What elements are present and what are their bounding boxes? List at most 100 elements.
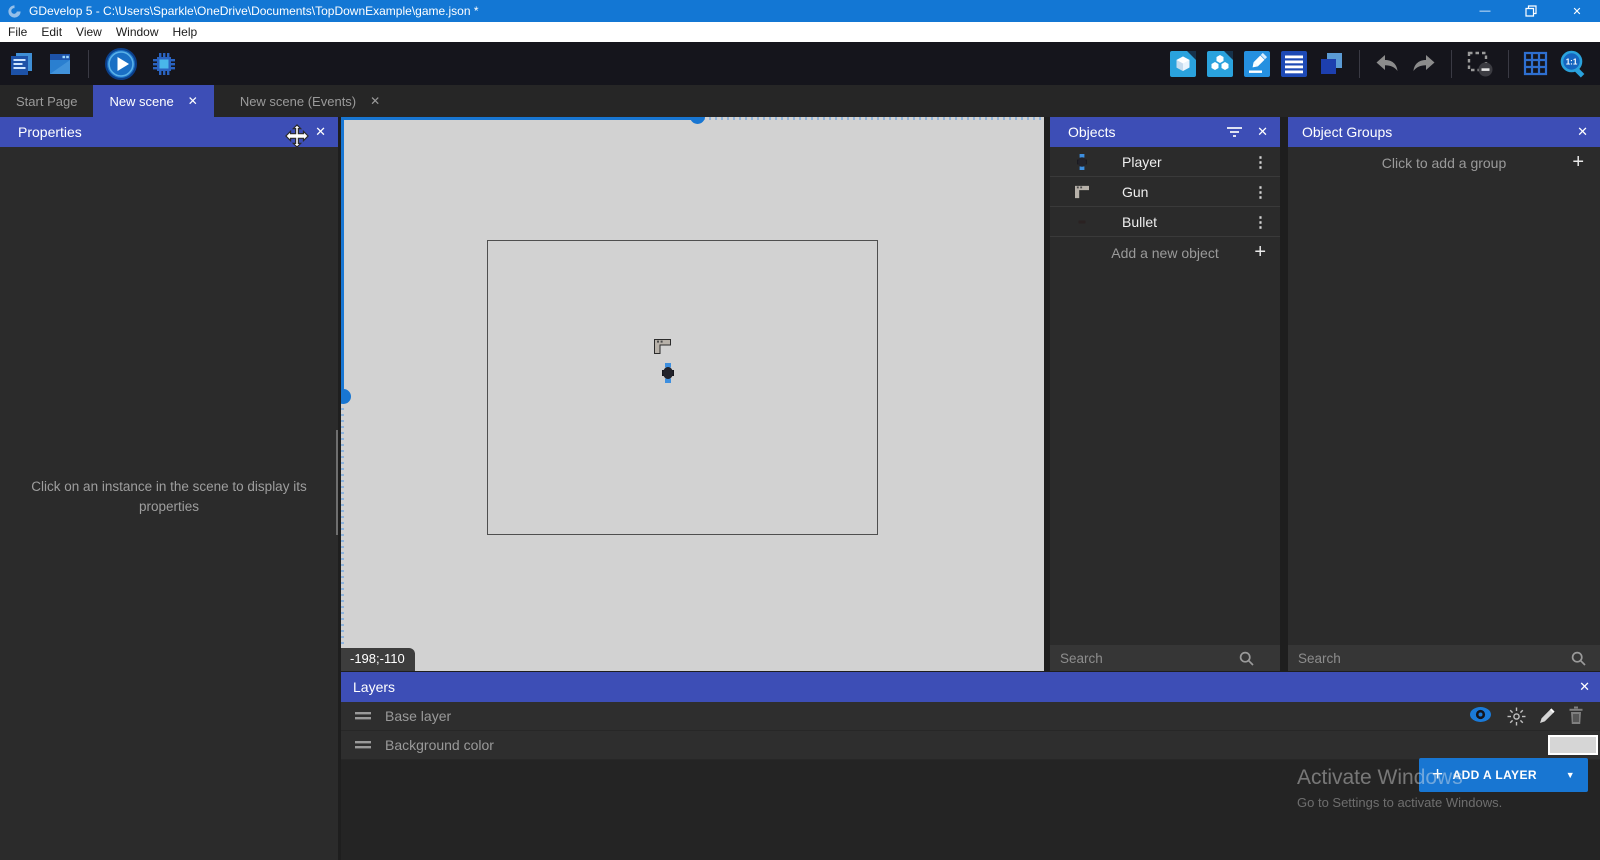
instances-list-panel-icon [1281,51,1307,77]
object-groups-panel-title: Object Groups [1302,124,1392,140]
menu-window[interactable]: Window [116,25,167,39]
tab-label: Start Page [16,94,77,109]
layer-row-base[interactable]: Base layer [341,702,1600,731]
properties-empty-message: Click on an instance in the scene to dis… [18,477,320,517]
tab-close-icon[interactable]: ✕ [370,94,380,108]
layers-panel: Layers ✕ Base layer [341,672,1600,860]
gdevelop-window: GDevelop 5 - C:\Users\Sparkle\OneDrive\D… [0,0,1600,860]
toggle-properties-panel-button[interactable] [1244,51,1270,77]
menu-file[interactable]: File [8,25,35,39]
objects-panel-icon [1170,51,1196,77]
background-color-swatch[interactable] [1548,735,1598,755]
menu-view[interactable]: View [76,25,110,39]
groups-search-input[interactable] [1288,651,1600,666]
object-menu-button[interactable]: ⋮ [1253,213,1268,231]
menu-edit[interactable]: Edit [41,25,70,39]
svg-text:1:1: 1:1 [1566,58,1578,67]
object-groups-close-button[interactable]: ✕ [1577,124,1588,140]
layer-effects-button[interactable] [1507,707,1526,731]
title-bar: GDevelop 5 - C:\Users\Sparkle\OneDrive\D… [0,0,1600,22]
object-menu-button[interactable]: ⋮ [1253,153,1268,171]
scene-window-border [487,240,878,535]
object-row-player[interactable]: Player ⋮ [1050,147,1280,177]
tab-label: New scene [109,94,173,109]
move-cursor-icon [285,124,309,153]
layers-panel-title: Layers [353,679,395,695]
minimize-button[interactable]: — [1462,0,1508,22]
toggle-object-groups-panel-button[interactable] [1207,51,1233,77]
properties-close-button[interactable]: ✕ [315,124,326,140]
project-manager-button[interactable] [8,51,35,77]
toggle-layers-panel-button[interactable] [1318,50,1345,77]
close-button[interactable]: ✕ [1554,0,1600,22]
groups-search-bar [1288,645,1600,671]
tab-bar: Start Page New scene ✕ New scene (Events… [0,85,1600,117]
layer-edit-button[interactable] [1538,707,1556,730]
properties-panel-title: Properties [18,124,82,140]
canvas-vscrollbar-track[interactable] [341,396,344,671]
toggle-grid-button[interactable] [1523,51,1548,76]
gdevelop-logo-icon [7,4,22,19]
tab-start-page[interactable]: Start Page [0,85,93,117]
main-toolbar: 1:1 [0,42,1600,85]
layer-name: Base layer [385,708,451,724]
activate-windows-subtitle: Go to Settings to activate Windows. [1297,795,1502,810]
canvas-hscrollbar-thumb[interactable] [690,117,705,124]
open-window-icon [47,51,73,77]
properties-scrollbar[interactable] [336,430,338,535]
toggle-instances-list-panel-button[interactable] [1281,51,1307,77]
tab-new-scene-events[interactable]: New scene (Events) ✕ [224,85,396,117]
add-group-button[interactable]: Click to add a group + [1288,147,1600,178]
layers-close-button[interactable]: ✕ [1579,679,1590,695]
objects-close-button[interactable]: ✕ [1257,124,1268,140]
object-menu-button[interactable]: ⋮ [1253,183,1268,201]
object-name: Bullet [1122,214,1157,230]
start-preview-button[interactable] [104,47,138,81]
open-window-button[interactable] [47,51,73,77]
canvas-vscrollbar[interactable] [341,117,344,396]
object-groups-panel-header: Object Groups ✕ [1288,117,1600,147]
object-name: Gun [1122,184,1148,200]
canvas-vscrollbar-thumb[interactable] [341,389,351,404]
drag-handle-icon[interactable] [355,712,371,720]
zoom-1-1-button[interactable]: 1:1 [1559,49,1588,78]
play-icon [104,47,138,81]
player-sprite-icon [1072,154,1092,170]
plus-icon: + [1254,241,1266,264]
filter-icon[interactable] [1227,126,1242,138]
add-object-button[interactable]: Add a new object + [1050,237,1280,268]
tab-new-scene[interactable]: New scene ✕ [93,85,213,117]
redo-icon [1411,52,1437,76]
undo-icon [1374,52,1400,76]
add-group-label: Click to add a group [1382,155,1507,171]
chevron-down-icon[interactable]: ▼ [1566,770,1588,780]
undo-button[interactable] [1374,52,1400,76]
layer-delete-button[interactable] [1568,706,1584,730]
gun-instance[interactable] [654,339,671,354]
menu-help[interactable]: Help [173,25,206,39]
tab-close-icon[interactable]: ✕ [188,94,198,108]
delete-selection-button[interactable] [1466,50,1494,78]
layer-name: Background color [385,737,494,753]
layer-row-background[interactable]: Background color [341,731,1600,760]
restore-icon [1525,5,1537,17]
layer-visibility-button[interactable] [1469,706,1492,728]
toggle-objects-panel-button[interactable] [1170,51,1196,77]
drag-handle-icon[interactable] [355,741,371,749]
window-title: GDevelop 5 - C:\Users\Sparkle\OneDrive\D… [29,4,479,18]
project-manager-icon [8,51,35,77]
toolbar-divider [1359,50,1360,78]
object-row-bullet[interactable]: Bullet ⋮ [1050,207,1280,237]
debug-button[interactable] [150,50,178,78]
tab-label: New scene (Events) [240,94,356,109]
restore-button[interactable] [1508,0,1554,22]
player-instance[interactable] [662,363,674,383]
canvas-hscrollbar[interactable] [341,117,697,120]
layers-panel-icon [1318,50,1345,77]
object-row-gun[interactable]: Gun ⋮ [1050,177,1280,207]
scene-editor-canvas[interactable]: -198;-110 [341,117,1044,671]
bullet-sprite-icon [1072,220,1092,224]
canvas-hscrollbar-track[interactable] [697,117,1044,120]
redo-button[interactable] [1411,52,1437,76]
object-groups-panel-icon [1207,51,1233,77]
